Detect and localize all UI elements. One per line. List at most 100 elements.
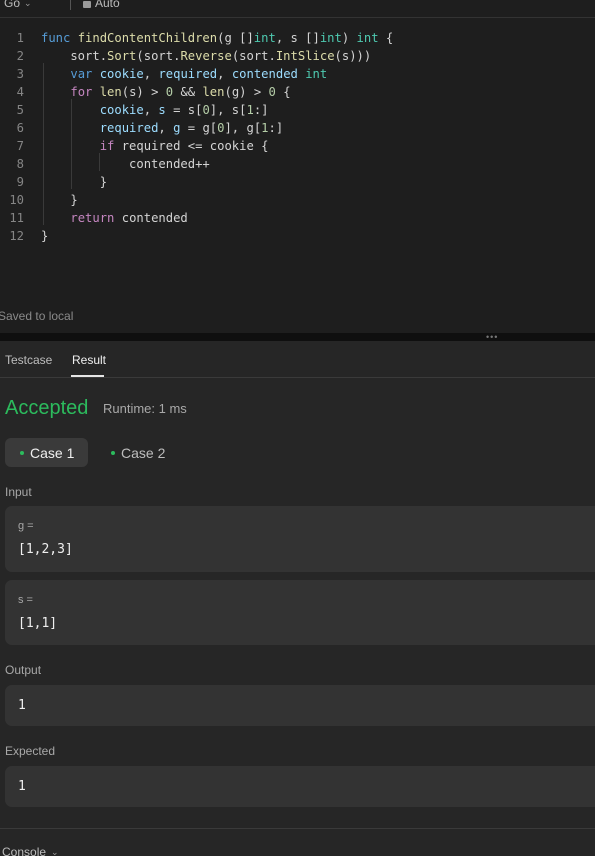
line-number: 4 [16, 85, 24, 99]
code-line[interactable]: 5 cookie, s = s[0], s[1:] [0, 101, 595, 119]
case-2-button[interactable]: Case 2 [96, 438, 186, 467]
code-line[interactable]: 6 required, g = g[0], g[1:] [0, 119, 595, 137]
tab-testcase[interactable]: Testcase [5, 353, 52, 367]
code-editor[interactable]: Go ⌄ Auto 1 func findContentChildren(g []… [0, 0, 595, 333]
code-text: contended++ [41, 155, 210, 173]
code-text: } [41, 227, 48, 245]
code-token: int [356, 31, 379, 45]
code-line[interactable]: 1 func findContentChildren(g []int, s []i… [0, 29, 595, 47]
language-selector[interactable]: Go ⌄ [4, 0, 32, 10]
code-line[interactable]: 4 for len(s) > 0 && len(g) > 0 { [0, 83, 595, 101]
code-token: contended++ [41, 157, 210, 171]
code-token: Sort [107, 49, 137, 63]
code-line[interactable]: 12} [0, 227, 595, 245]
pass-dot-icon [111, 450, 115, 455]
code-token: (sort. [231, 49, 276, 63]
code-token: 1 [246, 103, 254, 117]
code-line[interactable]: 11 return contended [0, 209, 595, 227]
chevron-down-icon: ⌄ [24, 0, 32, 8]
code-token: (g) > [224, 85, 269, 99]
code-token: Reverse [180, 49, 232, 63]
code-token: { [378, 31, 394, 45]
code-token: int [319, 31, 342, 45]
toolbar-divider [70, 0, 71, 10]
code-token: 0 [165, 85, 174, 99]
code-token: , [143, 103, 159, 117]
console-toggle[interactable]: Console ⌄ [2, 845, 59, 856]
line-number: 2 [16, 49, 24, 63]
code-token: 0 [268, 85, 276, 99]
code-token: , [143, 67, 159, 81]
console-bar: Console ⌄ [0, 828, 595, 856]
code-token: (g [] [217, 31, 254, 45]
code-line[interactable]: 7 if required <= cookie { [0, 137, 595, 155]
chevron-down-icon: ⌄ [51, 846, 59, 856]
line-number: 1 [16, 31, 24, 45]
code-text: var cookie, required, contended int [41, 65, 327, 83]
code-line[interactable]: 9 } [0, 173, 595, 191]
panel-tabs: Testcase Result [0, 341, 595, 378]
code-text: required, g = g[0], g[1:] [41, 119, 283, 137]
code-token: = s[ [165, 103, 203, 117]
code-line[interactable]: 10 } [0, 191, 595, 209]
code-line[interactable]: 8 contended++ [0, 155, 595, 173]
code-token: len [99, 85, 122, 99]
code-token: = g[ [180, 121, 218, 135]
auto-mode-selector[interactable]: Auto [83, 0, 120, 10]
status-badge: Accepted [5, 397, 89, 419]
code-token: :] [253, 103, 269, 117]
line-number: 5 [16, 103, 24, 117]
line-number: 12 [9, 229, 24, 243]
code-token: ) [341, 31, 357, 45]
code-token: 1 [261, 121, 269, 135]
output-label: Output [5, 663, 42, 677]
code-token: } [41, 193, 78, 207]
code-text: } [41, 173, 107, 191]
code-token: s [158, 103, 166, 117]
code-token: var [70, 67, 100, 81]
pass-dot-icon [20, 450, 24, 455]
code-token: contended [231, 67, 306, 81]
code-token: ], s[ [209, 103, 247, 117]
code-text: return contended [41, 209, 187, 227]
code-text: } [41, 191, 78, 209]
input-value: [1,1] [18, 616, 58, 631]
code-token: cookie [99, 67, 144, 81]
code-token: :] [268, 121, 284, 135]
input-var-name: g = [18, 520, 34, 532]
input-label: Input [5, 485, 32, 499]
code-token: required [158, 67, 218, 81]
code-token: (s))) [334, 49, 372, 63]
expected-label: Expected [5, 744, 56, 758]
code-token: 0 [202, 103, 210, 117]
line-number: 8 [16, 157, 24, 171]
panel-splitter[interactable]: ••• [0, 333, 595, 342]
output-box: 1 [5, 685, 595, 726]
line-number: 11 [9, 211, 24, 225]
code-text: func findContentChildren(g []int, s []in… [41, 29, 393, 47]
code-token: findContentChildren [77, 31, 218, 45]
language-label: Go [4, 0, 21, 10]
auto-mode-label: Auto [95, 0, 120, 10]
code-token: int [253, 31, 276, 45]
code-token: && [173, 85, 203, 99]
expected-value: 1 [18, 779, 26, 794]
case-label: Case 1 [30, 444, 75, 461]
code-token: if [99, 139, 122, 153]
lock-icon [83, 0, 91, 8]
case-1-button[interactable]: Case 1 [5, 438, 88, 467]
line-number: 3 [16, 67, 24, 81]
console-label: Console [2, 845, 47, 856]
code-line[interactable]: 3 var cookie, required, contended int [0, 65, 595, 83]
code-line[interactable]: 2 sort.Sort(sort.Reverse(sort.IntSlice(s… [0, 47, 595, 65]
code-area[interactable]: 1 func findContentChildren(g []int, s []i… [0, 29, 595, 245]
tab-result[interactable]: Result [72, 353, 106, 367]
line-number: 7 [16, 139, 24, 153]
line-number: 10 [9, 193, 24, 207]
input-value: [1,2,3] [18, 542, 73, 557]
drag-handle-icon[interactable]: ••• [486, 333, 498, 342]
